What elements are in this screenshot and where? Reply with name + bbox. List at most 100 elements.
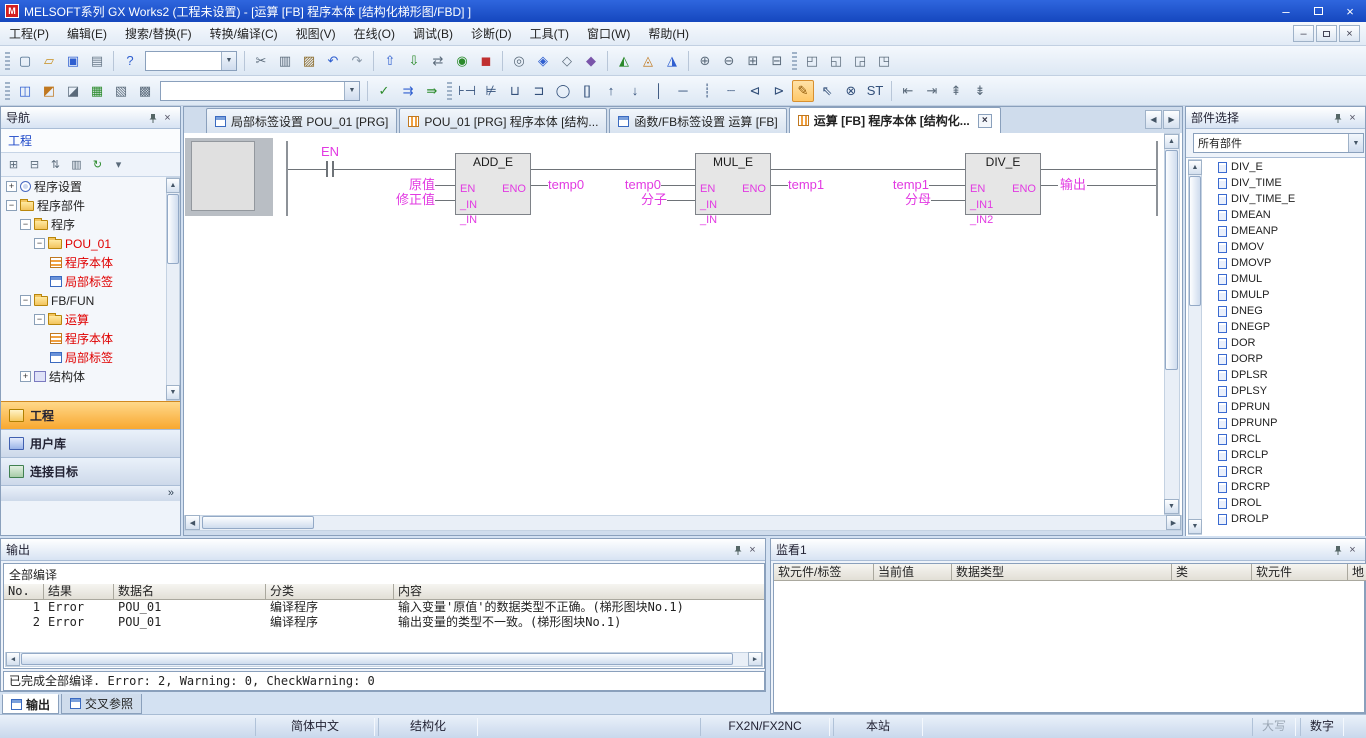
ladder-edit-mode-icon[interactable]: ✎ bbox=[792, 80, 814, 102]
window-list-combo[interactable]: ▼ bbox=[160, 81, 360, 101]
fbd-block-add-e[interactable]: ADD_E EN ENO _IN _IN bbox=[455, 153, 531, 215]
part-item[interactable]: DRCLP bbox=[1204, 447, 1365, 463]
horizontal-line-icon[interactable]: ─ bbox=[672, 80, 694, 102]
close-icon[interactable]: × bbox=[160, 111, 175, 125]
refresh-icon[interactable]: ↻ bbox=[88, 155, 107, 174]
toolbar-grip[interactable] bbox=[792, 52, 797, 70]
tree-item-pou01-local-labels[interactable]: 局部标签 bbox=[1, 272, 166, 291]
program-check-icon[interactable]: ✓ bbox=[373, 80, 395, 102]
part-item[interactable]: DMEANP bbox=[1204, 223, 1365, 239]
tree-item-program-parts[interactable]: −程序部件 bbox=[1, 196, 166, 215]
tree-item-fb-fun[interactable]: −FB/FUN bbox=[1, 291, 166, 310]
part-item[interactable]: DRCRP bbox=[1204, 479, 1365, 495]
view-buttons-overflow[interactable]: » bbox=[1, 485, 180, 501]
page-down-icon[interactable]: ⇟ bbox=[969, 80, 991, 102]
delete-vertical-line-icon[interactable]: ┊ bbox=[696, 80, 718, 102]
tab-scroll-right-icon[interactable]: ▶ bbox=[1163, 110, 1180, 129]
view-mode-icon[interactable]: ▾ bbox=[109, 155, 128, 174]
vertical-line-icon[interactable]: │ bbox=[648, 80, 670, 102]
part-item[interactable]: DMOVP bbox=[1204, 255, 1365, 271]
menu-item[interactable]: 调试(B) bbox=[404, 22, 462, 45]
menu-item[interactable]: 在线(O) bbox=[345, 22, 404, 45]
page-up-icon[interactable]: ⇞ bbox=[945, 80, 967, 102]
zoom-in-icon[interactable]: ⊕ bbox=[694, 50, 716, 72]
menu-item[interactable]: 转换/编译(C) bbox=[201, 22, 287, 45]
part-item[interactable]: DPRUN bbox=[1204, 399, 1365, 415]
scroll-right-icon[interactable]: ▶ bbox=[748, 652, 762, 666]
column-header[interactable]: 地 bbox=[1348, 564, 1366, 581]
close-icon[interactable]: × bbox=[1345, 543, 1360, 557]
help-icon[interactable]: ? bbox=[119, 50, 141, 72]
scroll-up-icon[interactable]: ▲ bbox=[166, 178, 180, 193]
column-header[interactable]: 软元件 bbox=[1252, 564, 1348, 581]
toolbar-grip[interactable] bbox=[5, 52, 10, 70]
maximize-button[interactable] bbox=[1302, 1, 1334, 21]
scroll-down-icon[interactable]: ▼ bbox=[1188, 519, 1202, 534]
menu-item[interactable]: 窗口(W) bbox=[578, 22, 639, 45]
fbd-canvas[interactable]: EN ADD_E EN ENO _IN _IN MUL_E EN bbox=[184, 133, 1182, 515]
close-branch-icon[interactable]: ⊐ bbox=[528, 80, 550, 102]
sort-icon[interactable]: ⇅ bbox=[46, 155, 65, 174]
element-selection-icon[interactable]: ◩ bbox=[38, 80, 60, 102]
scroll-down-icon[interactable]: ▼ bbox=[166, 385, 180, 400]
input-variable-label[interactable]: 分子 bbox=[567, 193, 667, 207]
part-item[interactable]: DNEG bbox=[1204, 303, 1365, 319]
minimize-button[interactable]: – bbox=[1270, 1, 1302, 21]
view-button-user-library[interactable]: 用户库 bbox=[1, 429, 180, 457]
part-item[interactable]: DPRUNP bbox=[1204, 415, 1365, 431]
open-project-icon[interactable]: ▱ bbox=[38, 50, 60, 72]
scroll-left-icon[interactable]: ◀ bbox=[185, 515, 200, 530]
convert-all-icon[interactable]: ⇛ bbox=[421, 80, 443, 102]
column-header[interactable]: 结果 bbox=[44, 584, 114, 600]
scroll-left-icon[interactable]: ◀ bbox=[6, 652, 20, 666]
device-display-icon[interactable]: ◰ bbox=[801, 50, 823, 72]
part-item[interactable]: DIV_E bbox=[1204, 159, 1365, 175]
falling-pulse-icon[interactable]: ↓ bbox=[624, 80, 646, 102]
rebuild-all-icon[interactable]: ◮ bbox=[661, 50, 683, 72]
fbd-block-div-e[interactable]: DIV_E EN ENO _IN1 _IN2 bbox=[965, 153, 1041, 215]
next-window-icon[interactable]: ⇥ bbox=[921, 80, 943, 102]
redo-icon[interactable]: ↷ bbox=[346, 50, 368, 72]
scroll-up-icon[interactable]: ▲ bbox=[1188, 160, 1202, 175]
close-icon[interactable]: × bbox=[1345, 111, 1360, 125]
device-find-icon[interactable]: ◈ bbox=[532, 50, 554, 72]
part-item[interactable]: DORP bbox=[1204, 351, 1365, 367]
build-icon[interactable]: ◭ bbox=[613, 50, 635, 72]
output-variable-label[interactable]: temp1 bbox=[788, 178, 824, 192]
input-variable-label[interactable]: 修正值 bbox=[335, 193, 435, 207]
column-header[interactable]: 当前值 bbox=[874, 564, 952, 581]
column-header[interactable]: No. bbox=[4, 584, 44, 600]
column-header[interactable]: 数据类型 bbox=[952, 564, 1172, 581]
online-change-icon[interactable]: ◬ bbox=[637, 50, 659, 72]
tab-yunsuan-program-body[interactable]: 运算 [FB] 程序本体 [结构化...× bbox=[789, 107, 1001, 133]
dropdown-icon[interactable]: ▼ bbox=[1348, 134, 1363, 152]
tree-item-pou01-program-body[interactable]: 程序本体 bbox=[1, 253, 166, 272]
dropdown-icon[interactable]: ▼ bbox=[344, 82, 359, 100]
verify-icon[interactable]: ⇄ bbox=[427, 50, 449, 72]
input-label-icon[interactable]: ⊲ bbox=[744, 80, 766, 102]
open-branch-icon[interactable]: ⊔ bbox=[504, 80, 526, 102]
pin-icon[interactable] bbox=[730, 543, 745, 557]
column-header[interactable]: 软元件/标签 bbox=[774, 564, 874, 581]
scrollbar-thumb[interactable] bbox=[1165, 150, 1178, 370]
convert-icon[interactable]: ⇉ bbox=[397, 80, 419, 102]
tree-item-yunsuan-local-labels[interactable]: 局部标签 bbox=[1, 348, 166, 367]
scroll-up-icon[interactable]: ▲ bbox=[1164, 134, 1179, 149]
print-icon[interactable]: ▤ bbox=[86, 50, 108, 72]
new-project-icon[interactable]: ▢ bbox=[14, 50, 36, 72]
column-header[interactable]: 类 bbox=[1172, 564, 1252, 581]
part-item[interactable]: DMEAN bbox=[1204, 207, 1365, 223]
menu-item[interactable]: 诊断(D) bbox=[462, 22, 521, 45]
cross-reference-icon[interactable]: ◆ bbox=[580, 50, 602, 72]
application-instruction-icon[interactable]: [] bbox=[576, 80, 598, 102]
rising-pulse-icon[interactable]: ↑ bbox=[600, 80, 622, 102]
toolbar-grip[interactable] bbox=[5, 82, 10, 100]
tree-item-struct[interactable]: +结构体 bbox=[1, 367, 166, 386]
input-variable-label[interactable]: 分母 bbox=[831, 193, 931, 207]
editor-horizontal-scrollbar[interactable]: ◀ ▶ bbox=[184, 515, 1182, 531]
device-test-icon[interactable]: ◱ bbox=[825, 50, 847, 72]
editor-vertical-scrollbar[interactable]: ▲ ▼ bbox=[1164, 133, 1180, 515]
inline-st-icon[interactable]: ST bbox=[864, 80, 886, 102]
undo-icon[interactable]: ↶ bbox=[322, 50, 344, 72]
pin-icon[interactable] bbox=[145, 111, 160, 125]
